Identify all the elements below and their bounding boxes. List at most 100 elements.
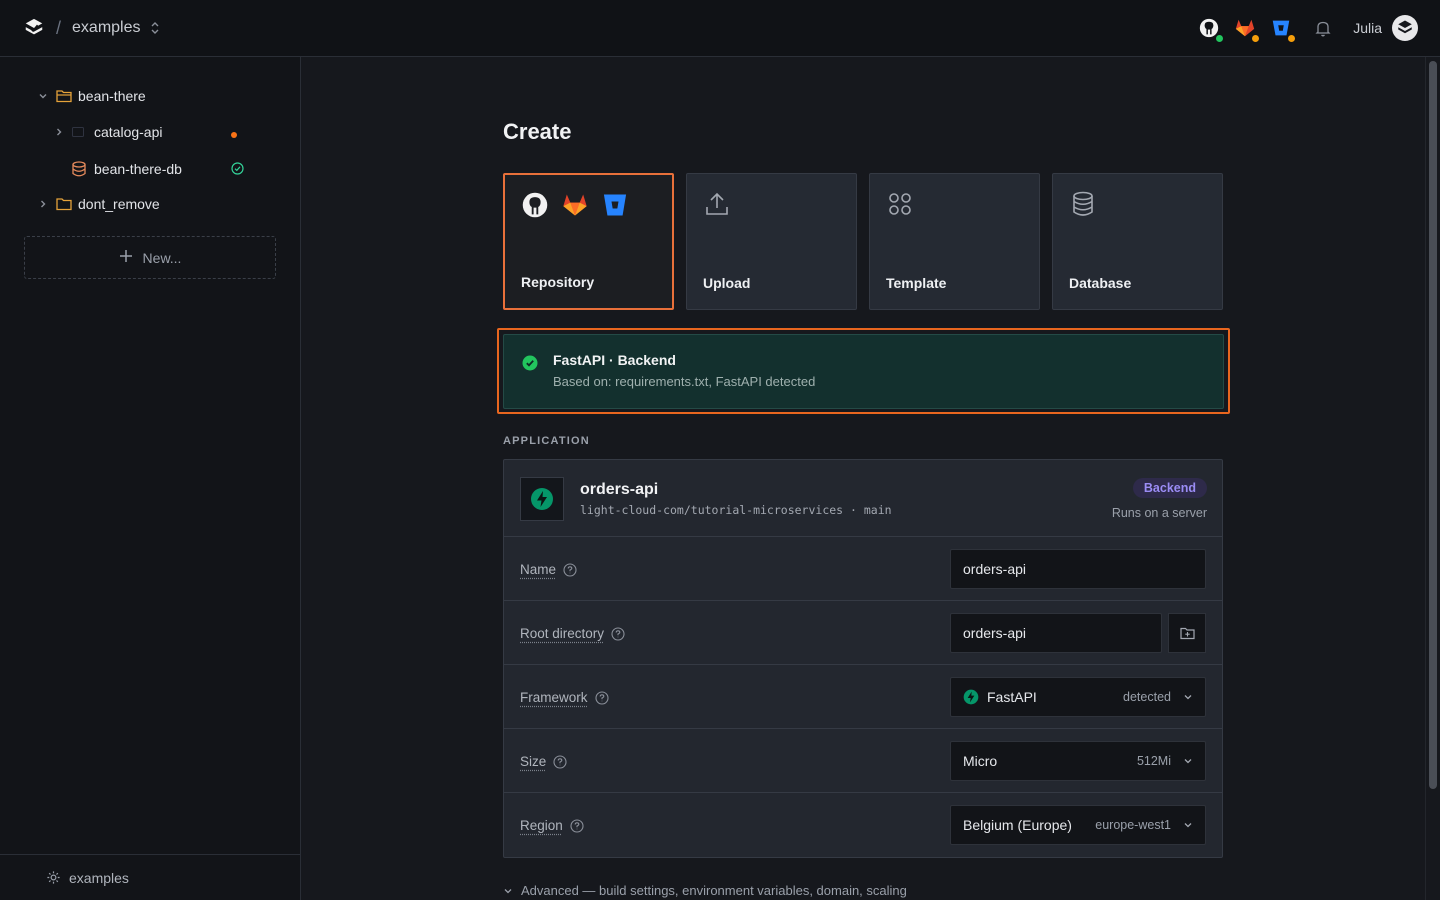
app-logo-icon[interactable] bbox=[22, 16, 46, 40]
help-icon[interactable] bbox=[611, 626, 625, 641]
help-icon[interactable] bbox=[563, 562, 577, 577]
top-bar: / examples Julia bbox=[0, 0, 1440, 57]
main-content: Create Repository Upload Template Databa… bbox=[301, 57, 1425, 900]
source-card-label: Upload bbox=[703, 275, 751, 291]
framework-label-text: Framework bbox=[520, 690, 588, 705]
footer-workspace-label: examples bbox=[69, 869, 129, 886]
chevron-right-icon[interactable] bbox=[54, 127, 66, 137]
tree-item-catalog-api[interactable]: catalog-api bbox=[54, 121, 163, 143]
chevron-down-icon[interactable] bbox=[38, 91, 50, 101]
chevron-up-down-icon[interactable] bbox=[149, 21, 161, 35]
bitbucket-status-dot bbox=[1287, 34, 1297, 43]
status-badge: Backend bbox=[1132, 478, 1207, 498]
framework-select[interactable]: FastAPI detected bbox=[950, 677, 1206, 717]
scrollbar[interactable] bbox=[1425, 57, 1440, 900]
bell-icon[interactable] bbox=[1315, 20, 1331, 37]
browse-folder-button[interactable] bbox=[1168, 613, 1206, 653]
tree-item-label: dont_remove bbox=[78, 196, 160, 212]
sidebar: bean-there catalog-api bean-there-db don… bbox=[0, 57, 301, 900]
detection-title: FastAPI · Backend bbox=[553, 352, 676, 368]
source-card-label: Repository bbox=[521, 274, 595, 290]
tree-item-dont-remove[interactable]: dont_remove bbox=[38, 193, 160, 215]
chevron-down-icon bbox=[1183, 692, 1193, 702]
region-label-text: Region bbox=[520, 818, 563, 833]
fastapi-icon bbox=[520, 477, 564, 521]
name-input[interactable]: orders-api bbox=[950, 549, 1206, 589]
plus-icon bbox=[119, 249, 133, 266]
application-name: orders-api bbox=[580, 481, 659, 498]
check-circle-icon bbox=[231, 162, 244, 178]
field-row-framework: Framework FastAPI detected bbox=[504, 665, 1222, 729]
gear-icon bbox=[46, 870, 61, 885]
warning-status-dot bbox=[231, 132, 237, 138]
source-card-label: Database bbox=[1069, 275, 1132, 291]
gitlab-icon[interactable] bbox=[1233, 16, 1261, 43]
sidebar-footer[interactable]: examples bbox=[0, 854, 300, 900]
size-value: Micro bbox=[963, 753, 998, 769]
source-card-upload[interactable]: Upload bbox=[686, 173, 857, 310]
source-card-template[interactable]: Template bbox=[869, 173, 1040, 310]
name-label: Name bbox=[520, 562, 577, 577]
database-icon bbox=[72, 161, 86, 177]
folder-icon bbox=[1179, 627, 1195, 640]
framework-hint: detected bbox=[1123, 690, 1171, 704]
detection-banner: FastAPI · Backend Based on: requirements… bbox=[503, 334, 1224, 409]
field-row-region: Region Belgium (Europe) europe-west1 bbox=[504, 793, 1222, 857]
field-row-root-directory: Root directory orders-api bbox=[504, 601, 1222, 665]
page-title: Create bbox=[503, 119, 572, 144]
folder-icon bbox=[56, 197, 72, 211]
chevron-down-icon bbox=[1183, 756, 1193, 766]
region-hint: europe-west1 bbox=[1095, 818, 1171, 832]
advanced-toggle[interactable]: Advanced — build settings, environment v… bbox=[503, 883, 907, 898]
scrollbar-thumb[interactable] bbox=[1429, 61, 1437, 789]
advanced-label: Advanced — build settings, environment v… bbox=[521, 883, 907, 898]
tree-item-bean-there[interactable]: bean-there bbox=[38, 85, 146, 107]
framework-value: FastAPI bbox=[987, 689, 1037, 705]
help-icon[interactable] bbox=[553, 754, 567, 769]
chevron-down-icon bbox=[503, 886, 513, 896]
tree-item-label: catalog-api bbox=[94, 124, 163, 140]
field-row-size: Size Micro 512Mi bbox=[504, 729, 1222, 793]
help-icon[interactable] bbox=[594, 690, 609, 705]
size-label: Size bbox=[520, 754, 567, 769]
check-circle-icon bbox=[522, 355, 538, 374]
source-card-database[interactable]: Database bbox=[1052, 173, 1223, 310]
bitbucket-icon bbox=[601, 191, 629, 222]
field-row-name: Name orders-api bbox=[504, 537, 1222, 601]
upload-icon bbox=[703, 190, 731, 221]
tree-item-bean-there-db[interactable]: bean-there-db bbox=[72, 158, 182, 180]
new-button[interactable]: New... bbox=[24, 236, 276, 279]
avatar[interactable] bbox=[1392, 15, 1418, 41]
framework-label: Framework bbox=[520, 690, 609, 705]
github-icon[interactable] bbox=[1197, 16, 1225, 43]
section-label-application: APPLICATION bbox=[503, 435, 590, 447]
database-icon bbox=[1069, 190, 1097, 221]
region-select[interactable]: Belgium (Europe) europe-west1 bbox=[950, 805, 1206, 845]
workspace-name[interactable]: examples bbox=[72, 19, 140, 37]
root-directory-input[interactable]: orders-api bbox=[950, 613, 1162, 653]
username[interactable]: Julia bbox=[1353, 20, 1382, 36]
new-button-label: New... bbox=[142, 249, 182, 266]
detection-subtitle: Based on: requirements.txt, FastAPI dete… bbox=[553, 374, 816, 389]
breadcrumb-separator: / bbox=[56, 17, 62, 38]
root-directory-label: Root directory bbox=[520, 626, 625, 641]
root-directory-label-text: Root directory bbox=[520, 626, 605, 641]
application-panel: orders-api light-cloud-com/tutorial-micr… bbox=[503, 459, 1223, 858]
size-select[interactable]: Micro 512Mi bbox=[950, 741, 1206, 781]
name-input-value: orders-api bbox=[963, 561, 1027, 577]
application-repo: light-cloud-com/tutorial-microservices ·… bbox=[580, 503, 892, 517]
github-status-dot bbox=[1215, 34, 1225, 43]
application-header: orders-api light-cloud-com/tutorial-micr… bbox=[504, 460, 1222, 537]
bitbucket-icon[interactable] bbox=[1269, 16, 1297, 43]
fastapi-icon bbox=[963, 689, 979, 705]
root-directory-value: orders-api bbox=[963, 625, 1027, 641]
region-value: Belgium (Europe) bbox=[963, 817, 1072, 833]
github-icon bbox=[521, 191, 549, 222]
service-icon bbox=[72, 127, 84, 137]
grid-icon bbox=[886, 190, 914, 221]
chevron-right-icon[interactable] bbox=[38, 199, 50, 209]
help-icon[interactable] bbox=[570, 818, 584, 833]
gitlab-status-dot bbox=[1251, 34, 1261, 43]
source-card-repository[interactable]: Repository bbox=[503, 173, 674, 310]
folder-open-icon bbox=[56, 89, 72, 103]
